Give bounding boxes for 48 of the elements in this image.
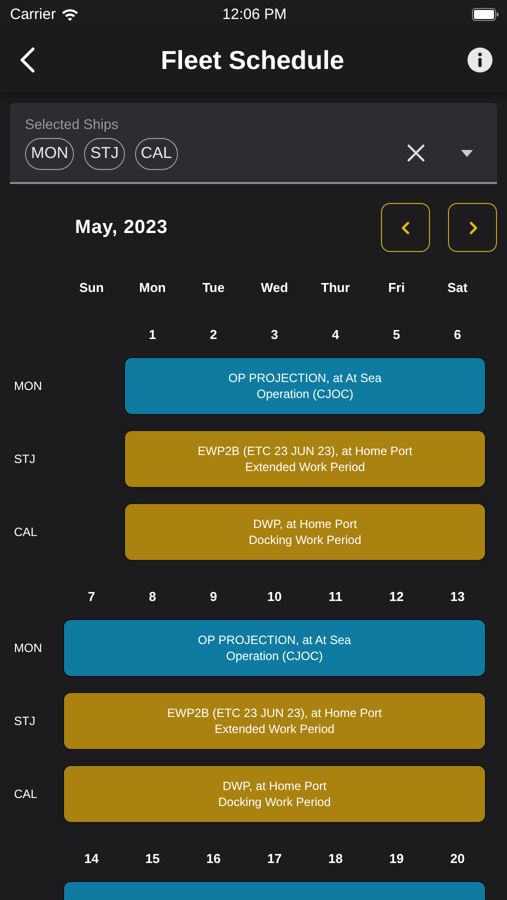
date-label: 8 bbox=[148, 588, 158, 604]
schedule-event[interactable]: DWP, at Home Port Docking Work Period bbox=[63, 765, 486, 823]
date-label: 19 bbox=[388, 850, 405, 866]
date-label: 7 bbox=[86, 588, 96, 604]
weekday-label: Wed bbox=[260, 280, 290, 295]
weekday-label: Mon bbox=[138, 280, 167, 295]
date-label: 13 bbox=[449, 588, 466, 604]
date-label: 10 bbox=[266, 588, 283, 604]
date-label: 17 bbox=[266, 850, 283, 866]
schedule-event[interactable]: EWP2B (ETC 23 JUN 23), at Home Port Extended Work Period bbox=[63, 692, 486, 750]
ship-select-field[interactable]: Selected Ships MON STJ CAL bbox=[10, 103, 497, 184]
ship-label: CAL bbox=[13, 525, 38, 539]
weekday-label: Sun bbox=[78, 280, 105, 295]
date-label: 14 bbox=[83, 850, 100, 866]
screen-title: Fleet Schedule bbox=[160, 44, 344, 76]
schedule-event[interactable]: OP PROJECTION, at At Sea Operation (CJOC) bbox=[63, 619, 486, 677]
weekday-label: Thur bbox=[320, 280, 351, 295]
date-label: 5 bbox=[392, 326, 402, 342]
ship-chip[interactable]: MON bbox=[25, 138, 74, 170]
field-label: Selected Ships bbox=[25, 116, 120, 132]
carrier-label: Carrier bbox=[10, 6, 56, 22]
date-label: 2 bbox=[208, 326, 218, 342]
schedule-event[interactable]: DWP, at Home Port Docking Work Period bbox=[124, 503, 486, 561]
schedule-event[interactable]: OP PROJECTION, at At Sea Operation (CJOC) bbox=[124, 357, 486, 415]
ship-label: CAL bbox=[13, 787, 38, 801]
date-label: 1 bbox=[148, 326, 158, 342]
ship-label: STJ bbox=[13, 452, 36, 466]
date-label: 11 bbox=[328, 588, 344, 604]
month-title: May, 2023 bbox=[75, 216, 169, 238]
ship-chip[interactable]: CAL bbox=[134, 138, 178, 170]
status-time: 12:06 PM bbox=[222, 6, 287, 22]
ship-label: STJ bbox=[13, 714, 36, 728]
date-label: 20 bbox=[449, 850, 466, 866]
date-label: 15 bbox=[144, 850, 161, 866]
date-label: 3 bbox=[270, 326, 280, 342]
weekday-label: Tue bbox=[201, 280, 226, 295]
date-label: 16 bbox=[205, 850, 222, 866]
schedule-event[interactable]: EWP2B (ETC 23 JUN 23), at Home Port Extended Work Period bbox=[124, 430, 486, 488]
date-label: 12 bbox=[388, 588, 405, 604]
date-label: 18 bbox=[327, 850, 344, 866]
ship-label: MON bbox=[13, 379, 43, 393]
ship-label: MON bbox=[13, 641, 43, 655]
weekday-label: Sat bbox=[446, 280, 469, 295]
date-label: 4 bbox=[330, 326, 340, 342]
date-label: 9 bbox=[208, 588, 218, 604]
ship-chip[interactable]: STJ bbox=[84, 138, 125, 170]
weekday-label: Fri bbox=[387, 280, 406, 295]
date-label: 6 bbox=[452, 326, 462, 342]
